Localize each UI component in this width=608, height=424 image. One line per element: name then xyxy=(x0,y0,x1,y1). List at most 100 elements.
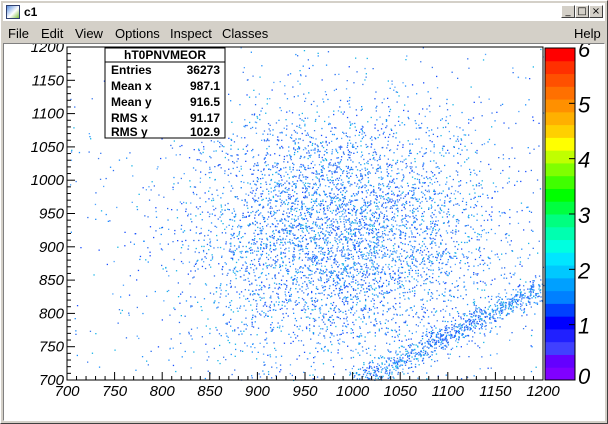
heatmap-cell xyxy=(430,204,432,206)
heatmap-cell xyxy=(425,176,428,178)
heatmap-cell xyxy=(315,270,317,273)
heatmap-cell xyxy=(337,316,340,319)
heatmap-cell xyxy=(109,220,111,222)
heatmap-cell xyxy=(343,111,345,113)
heatmap-cell xyxy=(508,158,510,160)
heatmap-cell xyxy=(224,204,226,206)
heatmap-cell xyxy=(227,272,229,275)
heatmap-cell xyxy=(477,273,479,275)
heatmap-cell xyxy=(426,225,428,228)
heatmap-cell xyxy=(419,234,421,236)
heatmap-cell xyxy=(505,252,507,255)
heatmap-cell xyxy=(335,197,337,200)
heatmap-cell xyxy=(355,348,357,351)
heatmap-cell xyxy=(223,146,225,148)
heatmap-cell xyxy=(473,215,475,217)
menu-classes[interactable]: Classes xyxy=(222,26,268,41)
heatmap-cell xyxy=(301,119,303,121)
plot-canvas[interactable]: 700 750 800 850 900 950 1000 1050 1100 1150 1200 7… xyxy=(4,44,604,420)
heatmap-cell xyxy=(386,311,388,313)
heatmap-cell xyxy=(328,271,330,273)
heatmap-cell xyxy=(229,301,231,304)
close-button[interactable]: × xyxy=(589,5,603,18)
heatmap-cell xyxy=(304,100,306,102)
heatmap-cell xyxy=(193,186,196,188)
menu-options[interactable]: Options xyxy=(115,26,160,41)
menu-edit[interactable]: Edit xyxy=(41,26,63,41)
heatmap-cell xyxy=(219,287,221,289)
heatmap-cell xyxy=(349,199,351,201)
heatmap-cell xyxy=(379,276,382,279)
menu-help[interactable]: Help xyxy=(574,26,601,41)
heatmap-cell xyxy=(466,343,468,345)
heatmap-cell xyxy=(318,179,320,181)
heatmap-cell xyxy=(347,248,349,250)
heatmap-cell xyxy=(263,364,265,366)
heatmap-cell xyxy=(421,122,423,125)
heatmap-cell xyxy=(348,66,350,68)
heatmap-cell xyxy=(415,324,417,326)
heatmap-cell xyxy=(430,282,432,284)
heatmap-cell xyxy=(210,140,212,142)
heatmap-cell xyxy=(417,325,419,327)
heatmap-cell xyxy=(355,57,357,59)
heatmap-cell xyxy=(383,214,386,216)
heatmap-cell xyxy=(410,162,412,164)
heatmap-cell xyxy=(251,323,253,325)
heatmap-cell xyxy=(334,293,336,296)
heatmap-cell xyxy=(387,308,390,310)
heatmap-cell xyxy=(315,184,317,186)
heatmap-cell xyxy=(356,335,358,338)
heatmap-cell xyxy=(389,275,392,277)
heatmap-cell xyxy=(253,113,256,115)
heatmap-cell xyxy=(293,248,296,250)
heatmap-cell xyxy=(240,291,243,293)
heatmap-cell xyxy=(345,318,347,320)
maximize-button[interactable]: □ xyxy=(575,5,589,18)
heatmap-cell xyxy=(347,136,349,138)
heatmap-cell xyxy=(520,202,523,204)
heatmap-cell xyxy=(420,299,422,301)
heatmap-cell xyxy=(401,215,403,217)
heatmap-cell xyxy=(267,203,269,205)
heatmap-cell xyxy=(445,230,448,232)
heatmap-cell xyxy=(246,325,248,327)
heatmap-cell xyxy=(373,324,375,326)
heatmap-cell xyxy=(402,231,404,234)
heatmap-cell xyxy=(138,193,140,195)
menu-file[interactable]: File xyxy=(8,26,29,41)
heatmap-cell xyxy=(211,254,213,256)
heatmap-cell xyxy=(343,170,345,172)
minimize-button[interactable]: _ xyxy=(561,5,575,18)
heatmap-cell xyxy=(355,129,357,132)
heatmap-cell xyxy=(378,330,380,332)
heatmap-cell xyxy=(244,279,247,281)
heatmap-cell xyxy=(245,298,247,300)
heatmap-cell xyxy=(474,151,477,153)
menu-view[interactable]: View xyxy=(75,26,103,41)
heatmap-cell xyxy=(390,166,393,168)
heatmap-cell xyxy=(301,230,303,232)
heatmap-cell xyxy=(481,115,483,117)
heatmap-cell xyxy=(168,228,170,230)
heatmap-cell xyxy=(407,185,409,187)
heatmap-cell xyxy=(459,153,462,156)
title-bar[interactable]: c1 _ □ × xyxy=(3,3,605,21)
canvas-area[interactable]: 700 750 800 850 900 950 1000 1050 1100 1150 1200 7… xyxy=(3,43,605,421)
heatmap-cell xyxy=(467,216,469,218)
heatmap-cell xyxy=(261,238,263,240)
heatmap-cell xyxy=(365,348,367,350)
heatmap-cell xyxy=(318,203,320,205)
heatmap-cell xyxy=(259,284,261,287)
heatmap-cell xyxy=(332,225,334,227)
heatmap-cell xyxy=(244,261,246,263)
heatmap-cell xyxy=(445,152,447,154)
heatmap-cell xyxy=(433,146,435,148)
heatmap-cell xyxy=(370,200,372,202)
heatmap-cell xyxy=(375,242,377,245)
menu-inspect[interactable]: Inspect xyxy=(170,26,212,41)
heatmap-cell xyxy=(370,192,372,194)
heatmap-cell xyxy=(318,181,321,183)
heatmap-cell xyxy=(360,140,362,142)
heatmap-cell xyxy=(390,277,392,279)
